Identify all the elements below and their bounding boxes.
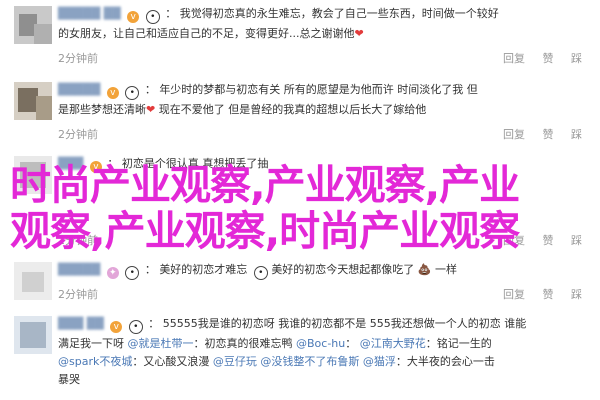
like-button[interactable]: 赞 [543, 126, 554, 142]
comment-text: 美好的初恋才难忘 [159, 263, 248, 276]
avatar[interactable] [14, 316, 52, 354]
dislike-button[interactable]: 踩 [571, 286, 582, 302]
avatar[interactable] [14, 6, 52, 44]
panda-icon: • [125, 86, 140, 100]
watermark-line-2: 观察,产业观察,时尚产业观察 [10, 207, 520, 255]
vip-badge-icon: v [127, 11, 140, 23]
mention-link[interactable]: @猫浮 [363, 355, 396, 368]
like-button[interactable]: 赞 [543, 50, 554, 66]
comment-text-line: 的女朋友，让自己和适应自己的不足，变得更好...总之谢谢他❤ [58, 27, 364, 40]
comment-header: █████ v • ： 年少时的梦都与初恋有关 所有的愿望是为他而许 时间淡化了… [58, 83, 478, 100]
panda-icon: • [128, 320, 143, 334]
username[interactable]: ███ ██ [58, 317, 104, 330]
comment-header: █████ ✦ • ： 美好的初恋才难忘 • 美好的初恋今天想起都像吃了 💩 一… [58, 263, 458, 280]
comment-item-2: █████ v • ： 年少时的梦都与初恋有关 所有的愿望是为他而许 时间淡化了… [0, 76, 600, 146]
dislike-button[interactable]: 踩 [571, 126, 582, 142]
comment-actions: 回复 赞 踩 [489, 50, 582, 66]
vip-badge-icon: v [110, 321, 123, 333]
vip-badge-icon: v [106, 87, 119, 99]
comment-text: 我觉得初恋真的永生难忘，教会了自己一些东西，时间做一个较好 [179, 7, 499, 20]
comment-time: 2分钟前 [58, 128, 98, 141]
username[interactable]: █████ [58, 263, 100, 276]
mention-link[interactable]: @spark不夜城 [58, 355, 132, 368]
mention-link[interactable]: @就是杜带一 [128, 337, 194, 350]
panda-icon: • [145, 10, 160, 24]
reply-button[interactable]: 回复 [503, 50, 525, 66]
comment-header: ███ ██ v • ： 55555我是谁的初恋呀 我谁的初恋都不是 555我还… [58, 317, 527, 334]
comment-text-line: 满足我一下呀 @就是杜带一：初恋真的很难忘鸭 @Boc-hu： @江南大野花：铭… [58, 337, 492, 350]
comment-text: 55555我是谁的初恋呀 我谁的初恋都不是 555我还想做一个人的初恋 谁能 [162, 317, 527, 330]
mention-link[interactable]: @豆仔玩 [213, 355, 257, 368]
reply-button[interactable]: 回复 [503, 286, 525, 302]
comment-text-line: @spark不夜城：又心酸又浪漫 @豆仔玩 @没钱整不了布鲁斯 @猫浮：大半夜的… [58, 355, 495, 368]
panda-icon: • [125, 266, 140, 280]
comment-text: 年少时的梦都与初恋有关 所有的愿望是为他而许 时间淡化了我 但 [159, 83, 478, 96]
butterfly-icon: ✦ [106, 267, 119, 279]
username[interactable]: █████ ██ [58, 7, 121, 20]
mention-link[interactable]: @江南大野花 [360, 337, 426, 350]
heart-icon: ❤ [146, 103, 156, 116]
mention-link[interactable]: @没钱整不了布鲁斯 [260, 355, 359, 368]
comment-time: 2分钟前 [58, 288, 98, 301]
comment-header: █████ ██ v • ： 我觉得初恋真的永生难忘，教会了自己一些东西，时间做… [58, 7, 499, 24]
like-button[interactable]: 赞 [543, 286, 554, 302]
watermark-line-1: 时尚产业观察,产业观察,产业 [10, 161, 520, 209]
reply-button[interactable]: 回复 [503, 126, 525, 142]
comment-item-1: █████ ██ v • ： 我觉得初恋真的永生难忘，教会了自己一些东西，时间做… [0, 0, 600, 70]
comment-actions: 回复 赞 踩 [489, 286, 582, 302]
comment-item-4: █████ ✦ • ： 美好的初恋才难忘 • 美好的初恋今天想起都像吃了 💩 一… [0, 258, 600, 306]
comment-text-line: 暴哭 [58, 373, 80, 386]
avatar[interactable] [14, 82, 52, 120]
comment-text-line: 是那些梦想还清晰❤ 现在不爱他了 但是曾经的我真的超想以后长大了嫁给他 [58, 103, 427, 116]
comment-time: 2分钟前 [58, 52, 98, 65]
avatar[interactable] [14, 262, 52, 300]
heart-icon: ❤ [354, 27, 364, 40]
comment-item-5: ███ ██ v • ： 55555我是谁的初恋呀 我谁的初恋都不是 555我还… [0, 312, 600, 400]
username[interactable]: █████ [58, 83, 100, 96]
poop-icon: 💩 [417, 263, 432, 276]
mention-link[interactable]: @Boc-hu [296, 337, 345, 350]
watermark-overlay-text: 时尚产业观察,产业观察,产业 观察,产业观察,时尚产业观察 [10, 162, 590, 254]
panda-icon: • [253, 266, 268, 280]
dislike-button[interactable]: 踩 [571, 50, 582, 66]
comment-actions: 回复 赞 踩 [489, 126, 582, 142]
